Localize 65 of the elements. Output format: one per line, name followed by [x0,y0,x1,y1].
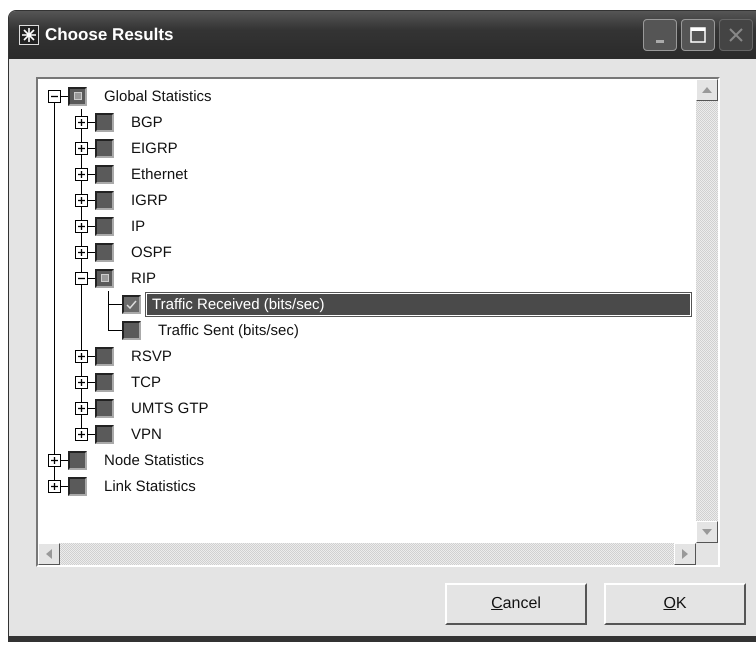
tree-item[interactable]: OSPF [126,242,177,262]
scroll-right-button[interactable] [674,543,696,565]
maximize-button[interactable] [681,19,715,51]
tree-item[interactable]: Traffic Received (bits/sec) [147,294,690,314]
right-arrow-icon [682,549,688,559]
expand-icon[interactable] [75,376,88,388]
checkmark-icon [125,298,138,310]
tree-item[interactable]: EIGRP [126,138,183,158]
checkbox[interactable] [95,112,114,132]
checkbox[interactable] [95,268,114,288]
minimize-button[interactable] [643,19,677,51]
expand-icon[interactable] [75,142,88,154]
checkbox[interactable] [122,294,141,314]
expand-icon[interactable] [75,168,88,180]
scrollbar-corner [696,543,718,565]
tree-item[interactable]: BGP [126,112,168,132]
checkbox[interactable] [95,424,114,444]
checkbox[interactable] [95,138,114,158]
checkbox[interactable] [68,450,87,470]
expand-icon[interactable] [75,428,88,440]
checkbox[interactable] [95,216,114,236]
expand-icon[interactable] [75,350,88,362]
tree-item[interactable]: UMTS GTP [126,398,214,418]
left-arrow-icon [46,549,52,559]
maximize-icon [690,27,706,43]
tree-item[interactable]: RIP [126,268,162,288]
collapse-icon[interactable] [48,90,61,102]
minimize-icon [656,40,664,42]
checkbox[interactable] [95,346,114,366]
tree-item[interactable]: Global Statistics [99,86,217,106]
checkbox[interactable] [68,86,87,106]
expand-icon[interactable] [48,480,61,492]
up-arrow-icon [702,87,712,93]
scroll-left-button[interactable] [38,543,60,565]
dialog-button[interactable]: Cancel [445,583,587,625]
checkbox[interactable] [122,320,141,340]
scroll-down-button[interactable] [696,521,718,543]
checkbox[interactable] [95,164,114,184]
tree-item[interactable]: Link Statistics [99,476,201,496]
checkbox[interactable] [95,190,114,210]
collapse-icon[interactable] [75,272,88,284]
tree-item[interactable]: IGRP [126,190,173,210]
checkbox[interactable] [95,242,114,262]
tree-item[interactable]: Traffic Sent (bits/sec) [153,320,304,340]
tree-item[interactable]: RSVP [126,346,177,366]
expand-icon[interactable] [75,246,88,258]
scroll-up-button[interactable] [696,79,718,101]
tree-item[interactable]: IP [126,216,150,236]
expand-icon[interactable] [75,402,88,414]
expand-icon[interactable] [75,194,88,206]
tree-item[interactable]: Ethernet [126,164,193,184]
tree-item[interactable]: VPN [126,424,167,444]
dialog-button[interactable]: OK [604,583,746,625]
down-arrow-icon [702,529,712,535]
tree-item[interactable]: Node Statistics [99,450,210,470]
checkbox[interactable] [95,372,114,392]
close-icon [728,27,744,43]
expand-icon[interactable] [75,220,88,232]
expand-icon[interactable] [75,116,88,128]
window-title: Choose Results [45,25,174,45]
expand-icon[interactable] [48,454,61,466]
checkbox[interactable] [68,476,87,496]
sparkle-icon [19,25,39,45]
tree-item[interactable]: TCP [126,372,166,392]
checkbox[interactable] [95,398,114,418]
